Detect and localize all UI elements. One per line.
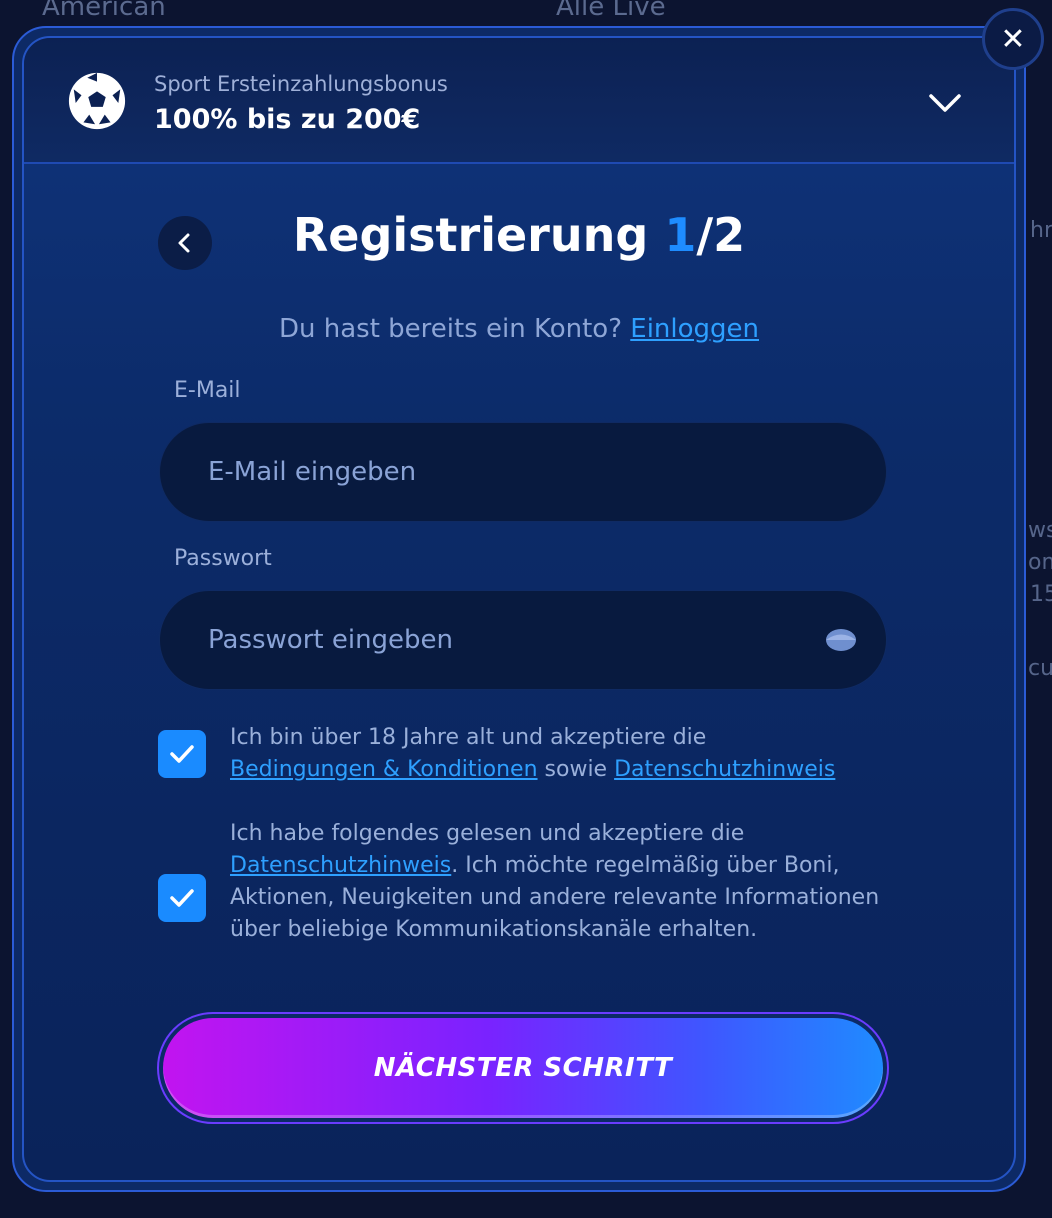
close-icon: ✕	[1000, 21, 1026, 57]
title-total: /2	[696, 208, 746, 262]
login-prompt-text: Du hast bereits ein Konto?	[278, 314, 622, 344]
marketing-text: Ich habe folgendes gelesen und akzeptier…	[230, 818, 880, 946]
marketing-checkbox[interactable]	[158, 874, 206, 922]
eye-icon[interactable]	[824, 627, 858, 653]
terms-checkbox[interactable]	[158, 730, 206, 778]
background-fragment: 15	[1030, 582, 1052, 607]
close-button[interactable]: ✕	[982, 8, 1044, 70]
bonus-selector[interactable]: Sport Ersteinzahlungsbonus 100% bis zu 2…	[24, 38, 1014, 164]
soccer-ball-icon	[68, 72, 126, 130]
background-fragment: om	[1028, 550, 1052, 575]
next-step-button[interactable]: NÄCHSTER SCHRITT	[163, 1018, 883, 1118]
password-placeholder: Passwort eingeben	[208, 625, 454, 655]
background-fragment: ws	[1028, 518, 1052, 543]
marketing-privacy-link[interactable]: Datenschutzhinweis	[230, 853, 451, 878]
terms-text-1: Ich bin über 18 Jahre alt und akzeptiere…	[230, 725, 707, 750]
terms-text: Ich bin über 18 Jahre alt und akzeptiere…	[230, 722, 880, 786]
email-label: E-Mail	[174, 378, 241, 403]
email-placeholder: E-Mail eingeben	[208, 457, 417, 487]
background-tab-american: American	[42, 0, 166, 22]
login-link[interactable]: Einloggen	[630, 314, 759, 344]
privacy-link[interactable]: Datenschutzhinweis	[614, 757, 835, 782]
modal-panel: Sport Ersteinzahlungsbonus 100% bis zu 2…	[22, 36, 1016, 1182]
background-fragment: hr	[1030, 218, 1052, 243]
password-label: Passwort	[174, 546, 272, 571]
title-step: 1	[664, 208, 697, 262]
password-field[interactable]: Passwort eingeben	[159, 590, 887, 690]
marketing-text-1: Ich habe folgendes gelesen und akzeptier…	[230, 821, 745, 846]
title-text: Registrierung	[292, 208, 665, 262]
bonus-subtitle: Sport Ersteinzahlungsbonus	[154, 72, 448, 96]
checkmark-icon	[170, 889, 194, 907]
terms-link[interactable]: Bedingungen & Konditionen	[230, 757, 538, 782]
chevron-down-icon[interactable]	[928, 92, 962, 114]
registration-modal: Sport Ersteinzahlungsbonus 100% bis zu 2…	[12, 26, 1026, 1192]
checkmark-icon	[170, 745, 194, 763]
page-title: Registrierung 1/2	[24, 208, 1014, 262]
email-field[interactable]: E-Mail eingeben	[159, 422, 887, 522]
bonus-title: 100% bis zu 200€	[154, 104, 421, 135]
background-fragment: cu	[1028, 656, 1052, 681]
background-tab-live: Alle Live	[556, 0, 666, 22]
terms-join: sowie	[537, 757, 615, 782]
login-prompt: Du hast bereits ein Konto? Einloggen	[24, 314, 1014, 344]
